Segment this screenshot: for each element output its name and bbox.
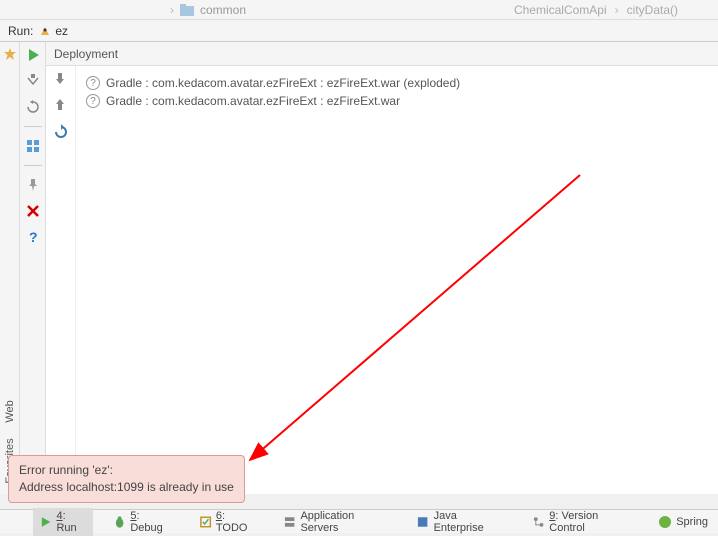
run-toolbar: ? <box>20 42 46 494</box>
help-button[interactable]: ? <box>24 228 42 246</box>
folder-icon <box>180 4 194 16</box>
breadcrumb-folder[interactable]: common <box>200 3 246 17</box>
server-icon <box>283 515 296 529</box>
error-line1: Error running 'ez': <box>19 462 234 479</box>
error-balloon[interactable]: Error running 'ez': Address localhost:10… <box>8 455 245 503</box>
todo-icon <box>199 515 212 529</box>
tab-app-servers[interactable]: Application Servers <box>277 508 396 536</box>
spring-icon <box>658 515 672 529</box>
run-label: Run: <box>8 24 33 38</box>
rerun-button[interactable] <box>24 46 42 64</box>
run-tool-header: Run: ez <box>0 20 718 42</box>
run-config-name: ez <box>55 24 68 38</box>
web-tab[interactable]: Web <box>4 400 16 422</box>
tab-vcs[interactable]: 9: Version Control <box>526 508 638 536</box>
stop-down-icon[interactable] <box>24 72 42 90</box>
bug-icon <box>113 515 126 529</box>
artifact-row[interactable]: ? Gradle : com.kedacom.avatar.ezFireExt … <box>86 92 708 110</box>
artifact-label: Gradle : com.kedacom.avatar.ezFireExt : … <box>106 76 460 90</box>
vcs-icon <box>532 515 545 529</box>
deploy-down-icon[interactable] <box>53 72 69 88</box>
java-ee-icon <box>416 515 429 529</box>
rerun-icon[interactable] <box>24 98 42 116</box>
run-config-badge[interactable]: ez <box>39 24 68 38</box>
error-line2: Address localhost:1099 is already in use <box>19 479 234 496</box>
tab-java-ee[interactable]: Java Enterprise <box>410 508 512 536</box>
tab-run[interactable]: 4: Run <box>33 508 93 536</box>
breadcrumb-class[interactable]: ChemicalComApi <box>514 3 607 17</box>
tomcat-icon <box>39 24 52 37</box>
tab-debug[interactable]: 5: Debug <box>107 508 179 536</box>
refresh-icon[interactable] <box>53 124 69 140</box>
breadcrumb-method[interactable]: cityData() <box>627 3 678 17</box>
chevron-right-icon: › <box>615 3 619 17</box>
top-breadcrumb: › common ChemicalComApi › cityData() <box>0 0 718 20</box>
star-icon[interactable] <box>4 48 16 63</box>
run-icon <box>39 515 52 529</box>
tab-spring[interactable]: Spring <box>652 513 714 531</box>
deployment-tab-header[interactable]: Deployment <box>46 42 718 66</box>
main-area: Favorites Web ? Deployment <box>0 42 718 494</box>
chevron-right-icon: › <box>170 3 174 17</box>
question-icon: ? <box>86 76 100 90</box>
layout-icon[interactable] <box>24 137 42 155</box>
svg-text:?: ? <box>29 230 38 244</box>
run-panel: Deployment ? Gradle : com.kedacom.avatar… <box>46 42 718 494</box>
question-icon: ? <box>86 94 100 108</box>
deployment-toolbar <box>46 66 76 494</box>
artifact-label: Gradle : com.kedacom.avatar.ezFireExt : … <box>106 94 400 108</box>
bottom-tool-bar: 4: Run 5: Debug 6: TODO Application Serv… <box>0 509 718 533</box>
artifact-row[interactable]: ? Gradle : com.kedacom.avatar.ezFireExt … <box>86 74 708 92</box>
close-button[interactable] <box>24 202 42 220</box>
left-gutter: Favorites Web <box>0 42 20 494</box>
artifact-list: ? Gradle : com.kedacom.avatar.ezFireExt … <box>76 66 718 494</box>
deploy-up-icon[interactable] <box>53 98 69 114</box>
pin-icon[interactable] <box>24 176 42 194</box>
tab-todo[interactable]: 6: TODO <box>193 508 264 536</box>
